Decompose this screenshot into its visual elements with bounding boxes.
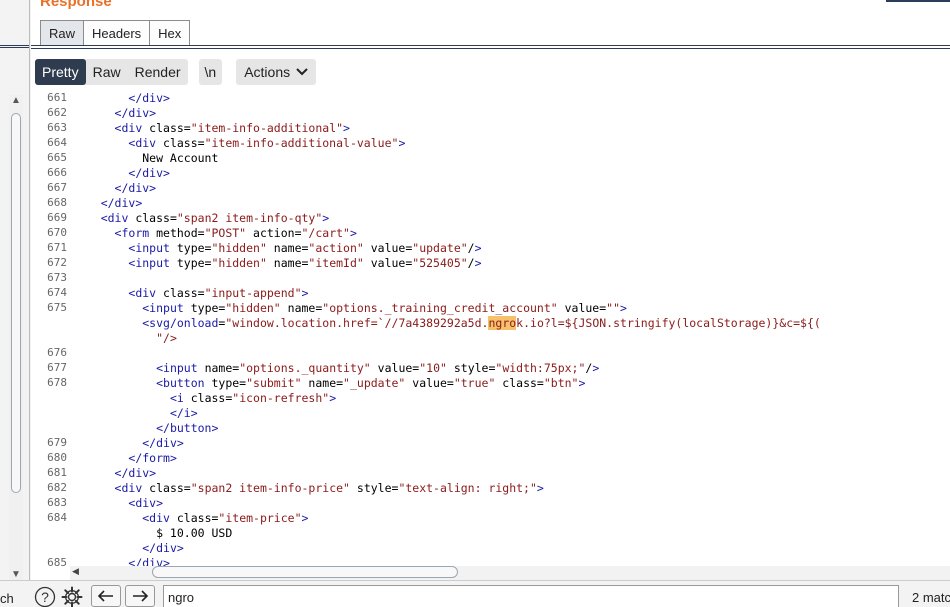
panel-title: Response	[40, 0, 112, 10]
arrow-left-icon	[98, 590, 113, 602]
code-line: <input name="options._quantity" value="1…	[156, 361, 600, 375]
line-number: 664	[47, 136, 67, 149]
actions-label: Actions	[244, 64, 291, 80]
line-number: 671	[47, 241, 67, 254]
line-number: 673	[47, 271, 67, 284]
code-line: $ 10.00 USD	[73, 526, 233, 540]
pretty-button[interactable]: Pretty	[35, 59, 86, 85]
line-number: 663	[47, 121, 67, 134]
scroll-thumb[interactable]	[11, 113, 21, 493]
scroll-up-icon[interactable]: ▲	[9, 95, 23, 106]
line-number: 661	[47, 92, 67, 104]
line-number: 676	[47, 346, 67, 359]
newline-toggle-button[interactable]: \n	[198, 59, 223, 85]
render-button[interactable]: Render	[128, 59, 188, 85]
actions-button[interactable]: Actions	[236, 59, 317, 85]
code-line: New Account	[73, 151, 219, 165]
line-number: 668	[47, 196, 67, 209]
code-line: </div>	[100, 196, 143, 210]
code-line: </div>	[114, 106, 157, 120]
chevron-down-icon	[296, 68, 308, 76]
view-toolbar: Pretty Raw Render \n Actions	[35, 59, 317, 85]
top-right-tab-indicator	[886, 0, 950, 2]
view-mode-segment: Pretty Raw Render	[35, 59, 188, 85]
line-number: 682	[47, 481, 67, 494]
line-number: 662	[47, 106, 67, 119]
code-line: <form method="POST" action="/cart">	[114, 226, 357, 240]
code-line: </div>	[142, 541, 184, 555]
code-line: <div class="input-append">	[128, 286, 309, 300]
previous-match-button[interactable]	[91, 585, 121, 607]
code-line: </div>	[128, 166, 170, 180]
tab-headers[interactable]: Headers	[83, 20, 151, 46]
tab-divider	[31, 45, 950, 49]
response-tabs: Raw Headers Hex	[40, 20, 191, 46]
tab-hex[interactable]: Hex	[149, 20, 191, 46]
code-line: <div>	[128, 496, 164, 510]
code-line: "/>	[156, 331, 177, 345]
help-icon[interactable]: ?	[33, 586, 57, 607]
code-line: </button>	[156, 421, 219, 435]
line-number: 680	[47, 451, 67, 464]
code-line: <svg/onload="window.location.href=`//7a4…	[142, 316, 821, 330]
match-count: 2 matc	[912, 590, 950, 605]
line-number: 667	[47, 181, 67, 194]
svg-text:?: ?	[41, 589, 49, 605]
line-number: 666	[47, 166, 67, 179]
code-line: <input type="hidden" name="options._trai…	[142, 301, 627, 315]
code-line: <div class="span2 item-info-price" style…	[114, 481, 544, 495]
code-line: <div class="item-info-additional">	[114, 121, 350, 135]
next-match-button[interactable]	[125, 585, 155, 607]
code-line: <i class="icon-refresh">	[169, 391, 337, 405]
code-editor[interactable]: 661 </div> 662 </div> 663 <div class="item…	[31, 92, 950, 568]
code-line: <div class="span2 item-info-qty">	[100, 211, 330, 225]
tab-raw[interactable]: Raw	[40, 20, 85, 46]
line-number: 669	[47, 211, 67, 224]
left-pane-label: ch	[0, 591, 14, 606]
line-number: 670	[47, 226, 67, 239]
code-line: </form>	[128, 451, 177, 465]
line-number: 672	[47, 256, 67, 269]
line-number: 675	[47, 301, 67, 314]
raw-button[interactable]: Raw	[86, 59, 128, 85]
settings-gear-icon[interactable]	[60, 586, 84, 607]
code-line: <input type="hidden" name="itemId" value…	[128, 256, 482, 270]
line-number: 683	[47, 496, 67, 509]
code-line: </i>	[169, 406, 198, 420]
code-line: <input type="hidden" name="action" value…	[128, 241, 482, 255]
search-match-highlight: ngro	[488, 316, 517, 330]
response-panel: ▲ ▼ Response Raw Headers Hex Pretty Raw …	[0, 0, 950, 607]
line-number: 681	[47, 466, 67, 479]
code-line: <div class="item-info-additional-value">	[128, 136, 406, 150]
search-input[interactable]: ngro	[163, 585, 899, 607]
arrow-right-icon	[133, 590, 148, 602]
line-number: 677	[47, 361, 67, 374]
code-line: </div>	[142, 436, 184, 450]
search-bar: ch ? ngro 2 matc	[0, 580, 950, 607]
left-vertical-scrollbar[interactable]: ▲ ▼	[9, 95, 23, 580]
code-line: <button type="submit" name="_update" val…	[156, 376, 586, 390]
line-number: 678	[47, 376, 67, 389]
code-line: <div class="item-price">	[142, 511, 309, 525]
code-line: </div>	[114, 466, 157, 480]
code-line: </div>	[128, 92, 170, 105]
horizontal-scrollbar[interactable]: ◀	[70, 566, 950, 580]
code-line: </div>	[114, 181, 157, 195]
line-number: 665	[47, 151, 67, 164]
left-pane-strip: ▲ ▼	[0, 0, 31, 607]
horizontal-scroll-thumb[interactable]	[152, 566, 458, 578]
line-number: 684	[47, 511, 67, 524]
line-number: 685	[47, 556, 67, 568]
line-number: 674	[47, 286, 67, 299]
scroll-down-icon[interactable]: ▼	[9, 569, 23, 580]
scroll-left-icon[interactable]: ◀	[72, 566, 79, 577]
line-number: 679	[47, 436, 67, 449]
